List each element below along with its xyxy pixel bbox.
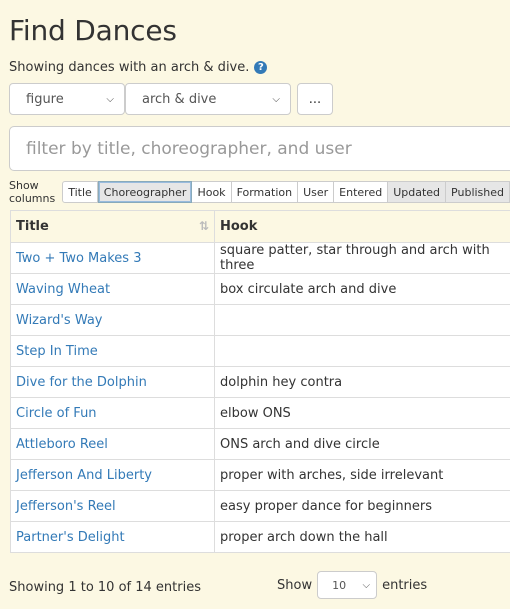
dance-hook-cell: proper with arches, side irrelevant (214, 459, 510, 491)
table-row: Jefferson's Reel easy proper dance for b… (10, 490, 510, 522)
filter-placeholder: filter by title, choreographer, and user (26, 138, 352, 159)
dance-hook-cell: proper arch down the hall (214, 521, 510, 553)
column-toggle-user[interactable]: User (298, 181, 335, 203)
page-length-select[interactable]: 10 ⌵ (317, 571, 378, 599)
column-toggle-entered[interactable]: Entered (334, 181, 389, 203)
dance-title-link[interactable]: Jefferson's Reel (16, 499, 116, 514)
table-row: Wizard's Way (10, 304, 510, 336)
show-label: Show (277, 577, 313, 593)
dance-hook-cell (214, 304, 510, 336)
column-toggle-choreographer[interactable]: Choreographer (97, 181, 193, 203)
dance-title-link[interactable]: Attleboro Reel (16, 437, 108, 452)
dance-hook-cell: ONS arch and dive circle (214, 428, 510, 460)
filter-input[interactable]: filter by title, choreographer, and user (9, 126, 510, 171)
page-title: Find Dances (9, 14, 177, 47)
dance-title-cell: Jefferson And Liberty (10, 459, 215, 491)
table-row: Two + Two Makes 3 square patter, star th… (10, 242, 510, 274)
figure-select[interactable]: figure ⌵ (9, 83, 125, 115)
dance-hook-cell: elbow ONS (214, 397, 510, 429)
page-length-value: 10 (332, 578, 347, 592)
dance-hook-cell: box circulate arch and dive (214, 273, 510, 305)
table-header-row: Title ⇅ Hook (10, 210, 510, 243)
dance-hook-cell: easy proper dance for beginners (214, 490, 510, 522)
dance-title-cell: Step In Time (10, 335, 215, 367)
table-row: Circle of Fun elbow ONS (10, 397, 510, 429)
dance-title-cell: Two + Two Makes 3 (10, 242, 215, 274)
table-row: Jefferson And Liberty proper with arches… (10, 459, 510, 491)
chevron-down-icon: ⌵ (272, 93, 280, 105)
chevron-down-icon: ⌵ (362, 579, 371, 591)
dance-title-cell: Waving Wheat (10, 273, 215, 305)
column-header-hook[interactable]: Hook (214, 210, 510, 243)
dance-title-link[interactable]: Partner's Delight (16, 530, 125, 545)
figure-name-select[interactable]: arch & dive ⌵ (125, 83, 291, 115)
search-summary: Showing dances with an arch & dive. ? (9, 60, 268, 75)
column-header-title[interactable]: Title ⇅ (10, 210, 215, 243)
column-toggle-formation[interactable]: Formation (231, 181, 299, 203)
search-summary-text: Showing dances with an arch & dive. (9, 60, 250, 75)
table-row: Dive for the Dolphin dolphin hey contra (10, 366, 510, 398)
column-toggle-published[interactable]: Published (446, 181, 510, 203)
dance-title-cell: Circle of Fun (10, 397, 215, 429)
dance-hook-cell: square patter, star through and arch wit… (214, 242, 510, 274)
dance-title-cell: Partner's Delight (10, 521, 215, 553)
dances-table: Title ⇅ Hook Two + Two Makes 3 square pa… (10, 210, 510, 553)
table-row: Partner's Delight proper arch down the h… (10, 521, 510, 553)
table-row: Attleboro Reel ONS arch and dive circle (10, 428, 510, 460)
dance-title-link[interactable]: Dive for the Dolphin (16, 375, 147, 390)
dance-title-cell: Jefferson's Reel (10, 490, 215, 522)
help-icon[interactable]: ? (254, 61, 268, 74)
column-toggle-title[interactable]: Title (62, 181, 98, 203)
dance-hook-cell: dolphin hey contra (214, 366, 510, 398)
dance-title-link[interactable]: Two + Two Makes 3 (16, 251, 141, 266)
chevron-down-icon: ⌵ (106, 93, 114, 105)
dance-title-link[interactable]: Circle of Fun (16, 406, 97, 421)
dance-title-cell: Wizard's Way (10, 304, 215, 336)
dance-title-link[interactable]: Jefferson And Liberty (16, 468, 152, 483)
column-header-title-label: Title (16, 219, 49, 234)
figure-name-select-value: arch & dive (142, 91, 217, 107)
dance-title-link[interactable]: Waving Wheat (16, 282, 110, 297)
more-options-button[interactable]: ... (297, 83, 333, 115)
entries-label: entries (382, 577, 428, 593)
dance-title-link[interactable]: Step In Time (16, 344, 98, 359)
show-columns-label: Show columns (9, 179, 56, 205)
page-length-control: Show 10 ⌵ entries (277, 571, 427, 599)
table-row: Step In Time (10, 335, 510, 367)
sort-icon[interactable]: ⇅ (199, 219, 209, 233)
table-row: Waving Wheat box circulate arch and dive (10, 273, 510, 305)
figure-select-value: figure (26, 91, 64, 107)
table-info: Showing 1 to 10 of 14 entries (9, 580, 201, 595)
column-toggle-bar: Show columns Title Choreographer Hook Fo… (9, 179, 510, 205)
dance-title-link[interactable]: Wizard's Way (16, 313, 103, 328)
column-toggle-hook[interactable]: Hook (192, 181, 232, 203)
dance-hook-cell (214, 335, 510, 367)
dance-title-cell: Attleboro Reel (10, 428, 215, 460)
column-toggle-updated[interactable]: Updated (388, 181, 447, 203)
dance-title-cell: Dive for the Dolphin (10, 366, 215, 398)
